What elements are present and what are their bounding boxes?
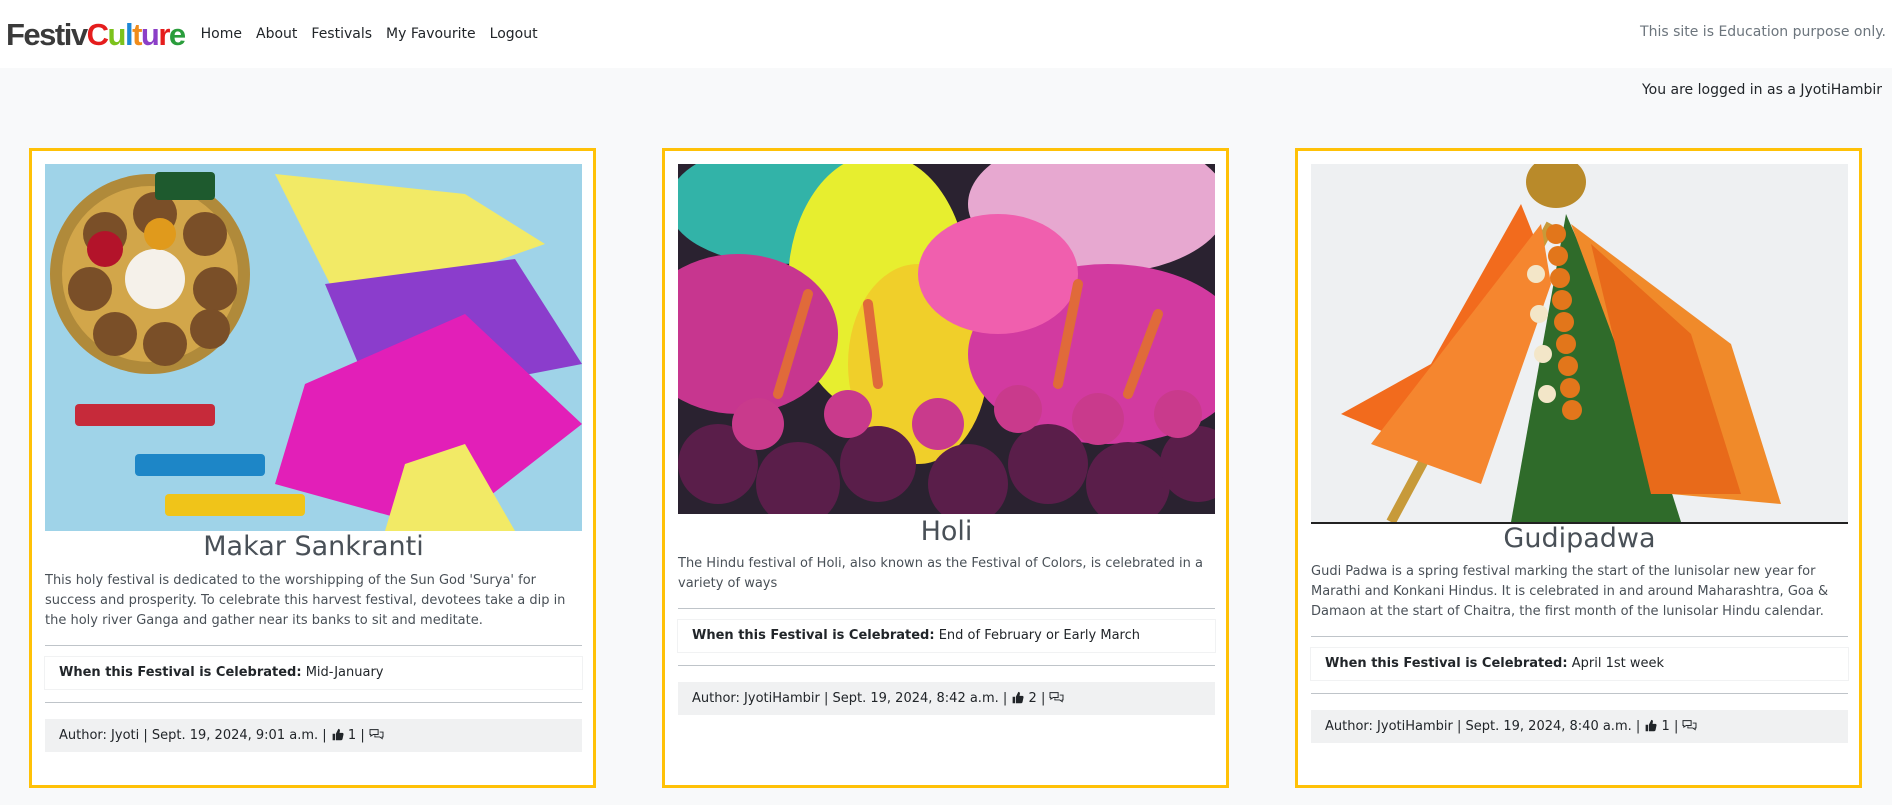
festival-card-gudipadwa: Gudipadwa Gudi Padwa is a spring festiva… <box>1295 148 1862 788</box>
like-count: 1 <box>347 728 357 743</box>
brand-logo[interactable]: FestivCulture <box>6 19 186 50</box>
festival-image-holi[interactable] <box>678 164 1215 514</box>
author-info: Author: JyotiHambir | Sept. 19, 2024, 8:… <box>692 691 1008 706</box>
festival-title[interactable]: Gudipadwa <box>1311 523 1848 554</box>
comments-icon[interactable] <box>369 721 384 754</box>
divider <box>678 608 1215 609</box>
divider <box>1311 693 1848 694</box>
celebration-label: When this Festival is Celebrated: <box>692 628 935 643</box>
thumbs-up-icon[interactable] <box>1011 684 1024 717</box>
celebration-label: When this Festival is Celebrated: <box>59 665 302 680</box>
education-note: This site is Education purpose only. <box>1640 24 1886 40</box>
celebration-label: When this Festival is Celebrated: <box>1325 656 1568 671</box>
divider <box>678 665 1215 666</box>
author-footer: Author: Jyoti | Sept. 19, 2024, 9:01 a.m… <box>45 719 582 752</box>
festival-description: This holy festival is dedicated to the w… <box>45 573 566 628</box>
festival-card-makar-sankranti: Makar Sankranti This holy festival is de… <box>29 148 596 788</box>
festival-image-makar-sankranti[interactable] <box>45 164 582 531</box>
comments-icon[interactable] <box>1682 712 1697 745</box>
festival-description: The Hindu festival of Holi, also known a… <box>678 556 1203 591</box>
nav-about[interactable]: About <box>256 26 297 42</box>
separator: | <box>360 728 365 743</box>
festival-title[interactable]: Holi <box>678 516 1215 547</box>
festival-title[interactable]: Makar Sankranti <box>45 531 582 562</box>
divider <box>1311 636 1848 637</box>
celebration-value: End of February or Early March <box>938 628 1140 643</box>
comments-icon[interactable] <box>1049 684 1064 717</box>
author-info: Author: JyotiHambir | Sept. 19, 2024, 8:… <box>1325 719 1641 734</box>
celebration-info: When this Festival is Celebrated: End of… <box>678 620 1215 652</box>
nav-logout[interactable]: Logout <box>490 26 538 42</box>
logged-in-status: You are logged in as a JyotiHambir <box>1641 82 1882 98</box>
nav-my-favourite[interactable]: My Favourite <box>386 26 476 42</box>
nav-home[interactable]: Home <box>201 26 242 42</box>
author-info: Author: Jyoti | Sept. 19, 2024, 9:01 a.m… <box>59 728 327 743</box>
celebration-info: When this Festival is Celebrated: April … <box>1311 648 1848 680</box>
top-navbar: FestivCulture Home About Festivals My Fa… <box>0 0 1892 68</box>
thumbs-up-icon[interactable] <box>331 721 344 754</box>
like-count: 1 <box>1661 719 1670 734</box>
celebration-value: Mid-January <box>305 665 384 680</box>
divider <box>45 702 582 703</box>
author-footer: Author: JyotiHambir | Sept. 19, 2024, 8:… <box>1311 710 1848 743</box>
author-footer: Author: JyotiHambir | Sept. 19, 2024, 8:… <box>678 682 1215 715</box>
festival-card-holi: Holi The Hindu festival of Holi, also kn… <box>662 148 1229 788</box>
divider <box>45 645 582 646</box>
thumbs-up-icon[interactable] <box>1644 712 1657 745</box>
festival-description: Gudi Padwa is a spring festival marking … <box>1311 564 1829 619</box>
festival-image-gudipadwa[interactable] <box>1311 164 1848 524</box>
nav-festivals[interactable]: Festivals <box>311 26 372 42</box>
nav-links: Home About Festivals My Favourite Logout <box>201 26 552 42</box>
like-count: 2 <box>1028 691 1037 706</box>
celebration-info: When this Festival is Celebrated: Mid-Ja… <box>45 657 582 689</box>
separator: | <box>1673 719 1679 734</box>
separator: | <box>1040 691 1046 706</box>
celebration-value: April 1st week <box>1571 656 1664 671</box>
